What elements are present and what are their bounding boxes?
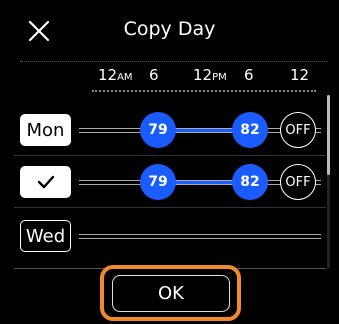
ruler-label-12: 12 xyxy=(290,66,310,84)
day-button-wed[interactable]: Wed xyxy=(20,220,71,252)
start-temp-handle-mon[interactable]: 79 xyxy=(140,112,176,148)
day-label: Mon xyxy=(26,119,65,141)
scrollbar-thumb[interactable] xyxy=(327,95,330,175)
header-divider xyxy=(20,61,327,62)
day-button-checked[interactable] xyxy=(20,166,71,198)
ruler-label-12am: 12AM xyxy=(98,66,133,84)
checkmark-icon xyxy=(37,175,54,189)
ok-button[interactable]: OK xyxy=(112,275,230,312)
day-label: Wed xyxy=(25,225,66,247)
schedule-track-wed xyxy=(79,234,321,239)
ruler-dots xyxy=(92,90,316,92)
row-divider xyxy=(14,155,326,156)
end-temp-handle-mon[interactable]: 82 xyxy=(232,112,268,148)
end-temp-handle-tue[interactable]: 82 xyxy=(232,164,268,200)
ruler-label-6am: 6 xyxy=(149,66,159,84)
row-divider xyxy=(14,207,326,208)
off-handle-mon[interactable]: OFF xyxy=(280,112,316,148)
ruler-label-12pm: 12PM xyxy=(193,66,227,84)
day-button-mon[interactable]: Mon xyxy=(20,114,71,146)
ruler-label-6pm: 6 xyxy=(244,66,254,84)
off-handle-tue[interactable]: OFF xyxy=(280,164,316,200)
dialog-title: Copy Day xyxy=(123,18,216,40)
start-temp-handle-tue[interactable]: 79 xyxy=(140,164,176,200)
